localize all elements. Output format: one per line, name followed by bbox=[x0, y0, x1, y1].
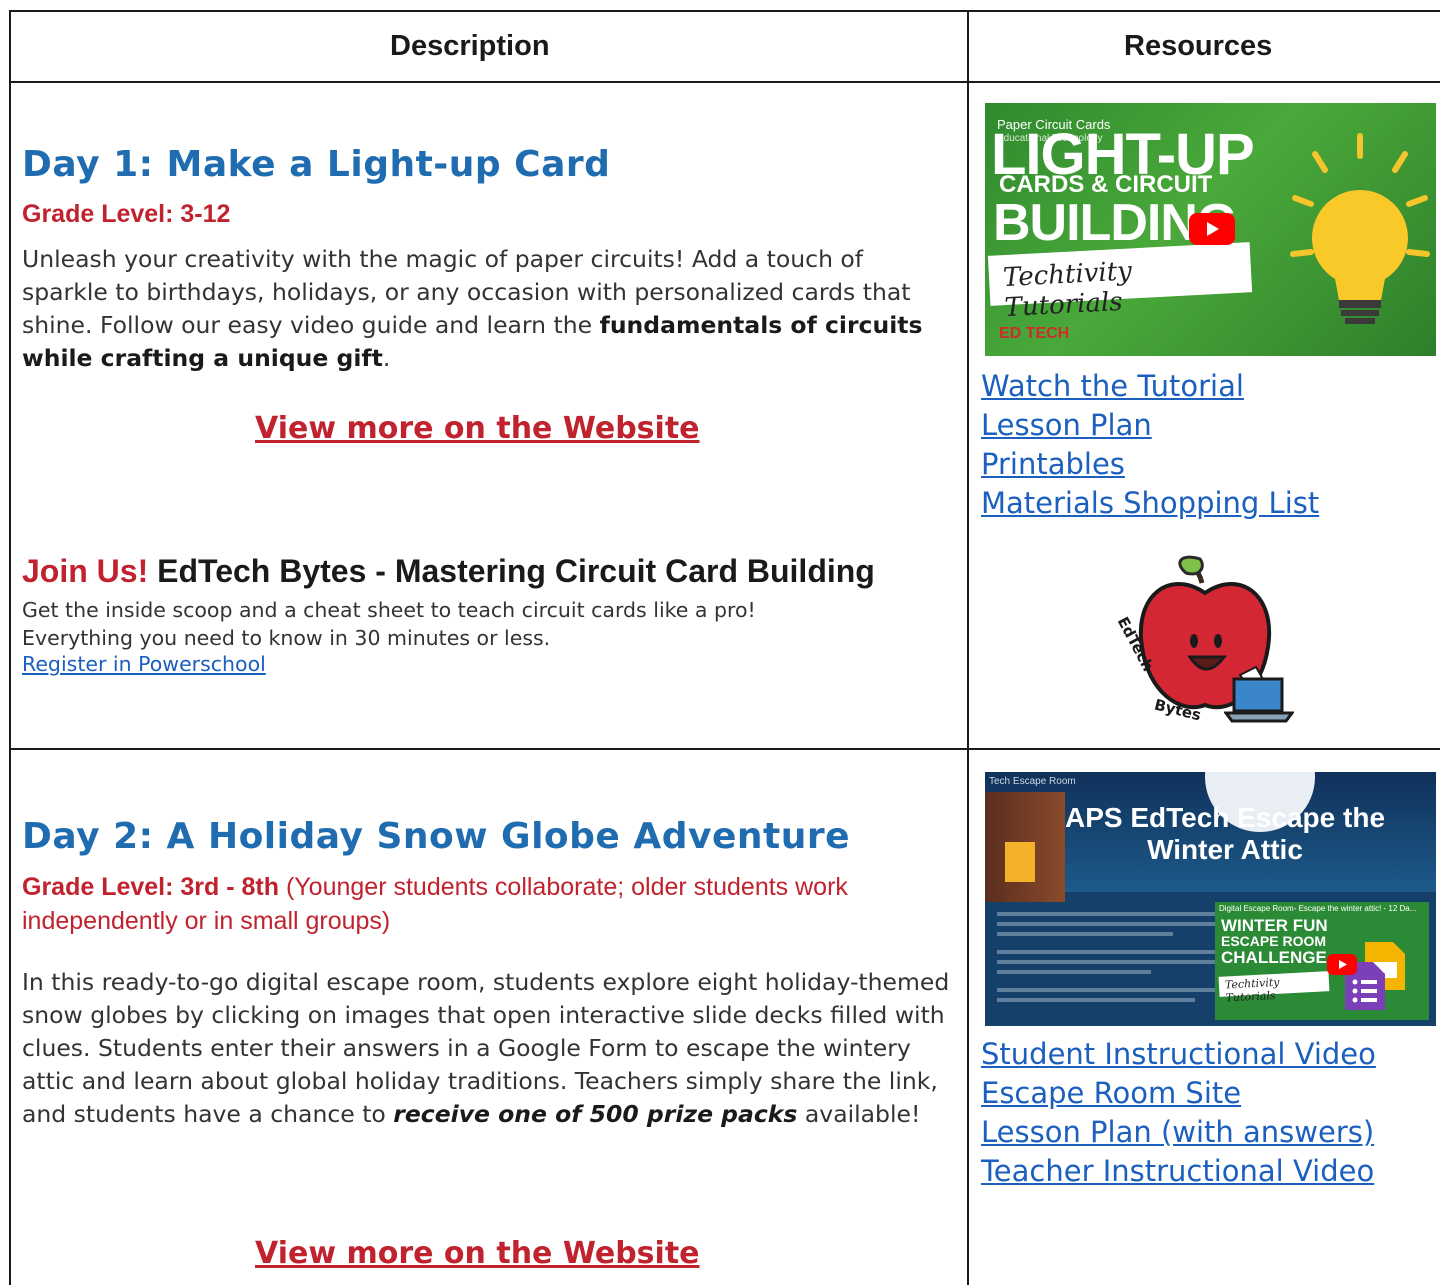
thumb-title-line-2: Winter Attic bbox=[1147, 834, 1303, 865]
escape-room-site-link[interactable]: Escape Room Site bbox=[981, 1074, 1376, 1113]
table-border-top bbox=[9, 10, 1440, 12]
day2-description: In this ready-to-go digital escape room,… bbox=[22, 968, 950, 1128]
play-button-icon[interactable] bbox=[1189, 213, 1235, 245]
play-button-icon[interactable] bbox=[1327, 954, 1357, 975]
day1-grade-level: Grade Level: 3-12 bbox=[22, 200, 231, 228]
column-header-resources: Resources bbox=[1124, 30, 1273, 62]
materials-shopping-list-link[interactable]: Materials Shopping List bbox=[981, 484, 1319, 523]
bytes-description: Get the inside scoop and a cheat sheet t… bbox=[22, 598, 756, 650]
column-header-description: Description bbox=[390, 30, 550, 62]
table-header-divider bbox=[9, 81, 1440, 83]
laptop-icon bbox=[1224, 677, 1294, 723]
lesson-plan-answers-link[interactable]: Lesson Plan (with answers) bbox=[981, 1113, 1376, 1152]
watch-tutorial-link[interactable]: Watch the Tutorial bbox=[981, 367, 1319, 406]
day1-title: Day 1: Make a Light-up Card bbox=[22, 144, 611, 185]
ed-tech-logo: ED TECH bbox=[999, 325, 1070, 342]
lightbulb-icon bbox=[1290, 133, 1430, 324]
day1-description: Unleash your creativity with the magic o… bbox=[22, 245, 923, 372]
table-border-left bbox=[9, 10, 11, 1285]
day2-title: Day 2: A Holiday Snow Globe Adventure bbox=[22, 816, 851, 857]
day1-video-thumbnail[interactable]: Paper Circuit Cards Educational Technolo… bbox=[985, 103, 1436, 356]
day2-grade-level: Grade Level: 3rd - 8th (Younger students… bbox=[22, 873, 848, 935]
day1-resource-list: Watch the Tutorial Lesson Plan Printable… bbox=[981, 367, 1319, 523]
table-row-divider bbox=[9, 748, 1440, 750]
day1-website-link[interactable]: View more on the Website bbox=[255, 411, 700, 446]
lesson-plan-link[interactable]: Lesson Plan bbox=[981, 406, 1319, 445]
mini-video-card[interactable]: Digital Escape Room- Escape the winter a… bbox=[1215, 902, 1429, 1020]
day2-resource-list: Student Instructional Video Escape Room … bbox=[981, 1035, 1376, 1191]
register-powerschool-link[interactable]: Register in Powerschool bbox=[22, 652, 266, 676]
thumb-corner-label: Tech Escape Room bbox=[989, 776, 1076, 787]
teacher-instructional-video-link[interactable]: Teacher Instructional Video bbox=[981, 1152, 1376, 1191]
join-us-label: Join Us! bbox=[22, 553, 149, 589]
day2-website-link[interactable]: View more on the Website bbox=[255, 1236, 700, 1271]
table-column-divider bbox=[967, 10, 969, 1285]
edtech-bytes-logo: EdTech Bytes bbox=[1110, 555, 1300, 735]
thumb-title-line-1: APS EdTech Escape the bbox=[1064, 802, 1386, 833]
thumb-text-block bbox=[997, 906, 1217, 1006]
bytes-heading: Join Us! EdTech Bytes - Mastering Circui… bbox=[22, 553, 875, 589]
student-instructional-video-link[interactable]: Student Instructional Video bbox=[981, 1035, 1376, 1074]
day2-video-thumbnail[interactable]: Tech Escape Room APS EdTech Escape the W… bbox=[985, 772, 1436, 1026]
printables-link[interactable]: Printables bbox=[981, 445, 1319, 484]
